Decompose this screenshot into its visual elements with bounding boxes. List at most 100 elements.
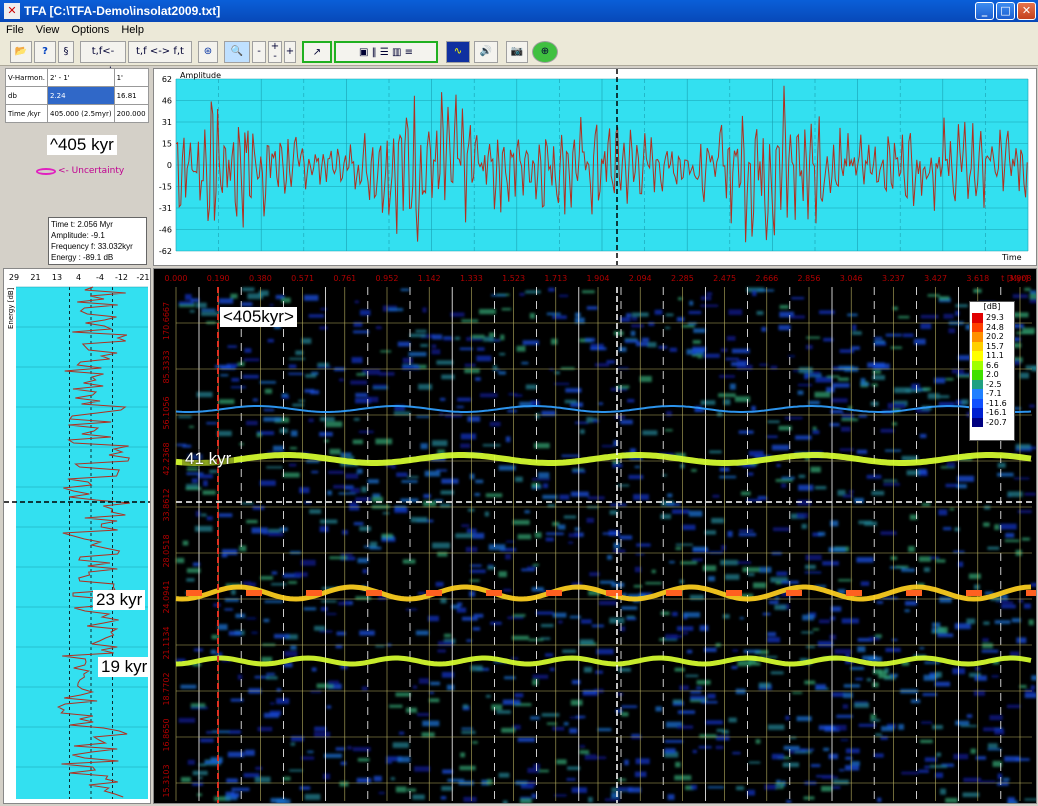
- speaker-icon[interactable]: 🔊: [474, 41, 498, 63]
- menu-help[interactable]: Help: [121, 24, 144, 36]
- table-cell[interactable]: 16.81: [113, 86, 149, 105]
- menu-view[interactable]: View: [36, 24, 60, 36]
- spectrogram-noise-patch: [692, 749, 697, 754]
- energy-panel[interactable]: 29 21 13 4 -4 -12 -21 Energy [dB]: [3, 268, 151, 804]
- spectrogram-noise-patch: [498, 571, 507, 578]
- spectrogram-noise-patch: [702, 565, 717, 571]
- spectrogram-noise-patch: [766, 435, 778, 438]
- zoom-steps-icon[interactable]: + -: [268, 41, 282, 63]
- spectrogram-noise-patch: [440, 796, 447, 800]
- globe-icon[interactable]: ⊕: [532, 41, 558, 63]
- spectrogram-noise-patch: [1013, 477, 1030, 480]
- spectrogram-noise-patch: [935, 559, 946, 563]
- period-405-label: ^405 kyr: [47, 135, 117, 155]
- spectrogram-noise-patch: [516, 345, 526, 352]
- spectrogram-noise-patch: [397, 341, 411, 347]
- spectrogram-noise-patch: [288, 372, 304, 375]
- spectrogram-noise-patch: [255, 766, 263, 770]
- spectrogram-noise-patch: [1018, 599, 1024, 603]
- table-cell[interactable]: 1': [113, 68, 149, 87]
- spectrogram-noise-patch: [953, 753, 969, 760]
- zoom-in-icon[interactable]: +: [284, 41, 296, 63]
- view-modes-group[interactable]: ▣ ‖ ☰ ▥ ≡: [334, 41, 438, 63]
- about-icon[interactable]: §: [58, 41, 74, 63]
- spectrogram-noise-patch: [446, 684, 455, 691]
- spectrogram-noise-patch: [571, 787, 587, 793]
- maximize-button[interactable]: □: [996, 2, 1015, 20]
- spectrogram-noise-patch: [568, 541, 573, 544]
- spectrogram-panel[interactable]: 0.000 0.190 0.380 0.571 0.761 0.952 1.142 1.333…: [153, 268, 1037, 804]
- spectrogram-noise-patch: [910, 699, 921, 704]
- spectrogram-noise-patch: [692, 346, 707, 353]
- spectrogram-noise-patch: [191, 478, 199, 483]
- period-axis-tick: 21.1134: [162, 626, 171, 659]
- spectrogram-noise-patch: [271, 583, 287, 586]
- spectrogram-noise-patch: [722, 729, 729, 734]
- spectrogram-noise-patch: [857, 646, 866, 653]
- menu-options[interactable]: Options: [71, 24, 109, 36]
- spectrogram-noise-patch: [994, 729, 1005, 735]
- spectrogram-noise-patch: [422, 720, 440, 727]
- minimize-button[interactable]: _: [975, 2, 994, 20]
- spectrogram-noise-patch: [538, 769, 549, 773]
- energy-xtick: -4: [96, 273, 104, 282]
- spectrogram-noise-patch: [829, 423, 840, 427]
- spectrogram-noise-patch: [459, 347, 473, 351]
- energy-xtick: 13: [52, 273, 62, 282]
- cursor-tool-icon[interactable]: ↗: [302, 41, 332, 63]
- close-button[interactable]: ✕: [1017, 2, 1036, 20]
- spectrogram-noise-patch: [570, 699, 583, 706]
- spectrogram-noise-patch: [968, 573, 981, 579]
- spectrogram-noise-patch: [192, 770, 208, 776]
- table-cell[interactable]: 200.000: [113, 104, 149, 123]
- spectrogram-noise-patch: [872, 370, 881, 374]
- spectrogram-noise-patch: [975, 756, 986, 760]
- legend-swatch: [972, 351, 983, 361]
- help-icon[interactable]: ?: [34, 41, 56, 63]
- camera-icon[interactable]: 📷: [506, 41, 528, 63]
- tag-405kyr: <405kyr>: [220, 307, 297, 327]
- spectrogram-noise-patch: [983, 727, 995, 732]
- table-cell[interactable]: 2.24: [46, 86, 115, 105]
- zoom-out-icon[interactable]: -: [252, 41, 266, 63]
- spectrogram-plot[interactable]: 0.000 0.190 0.380 0.571 0.761 0.952 1.142 1.333…: [154, 269, 1036, 803]
- spectrogram-noise-patch: [878, 675, 891, 679]
- spectrogram-noise-patch: [840, 426, 851, 432]
- spectrogram-noise-patch: [841, 413, 854, 419]
- spectrogram-noise-patch: [669, 561, 675, 564]
- period-axis-tick: 18.7702: [162, 672, 171, 705]
- table-cell[interactable]: 2' - 1': [46, 68, 115, 87]
- spectrum-icon[interactable]: ∿: [446, 41, 470, 63]
- signal-plot[interactable]: Amplitude Time 62 46 31 15 0 -15 -31 -46 -62: [154, 69, 1036, 265]
- spectrogram-noise-patch: [927, 393, 940, 399]
- spectrogram-noise-patch: [930, 765, 947, 768]
- spectrogram-noise-patch: [1024, 689, 1035, 694]
- tnk-button[interactable]: t,f<->n,k: [80, 41, 126, 77]
- spectrogram-noise-patch: [580, 619, 592, 624]
- signal-panel[interactable]: Amplitude Time 62 46 31 15 0 -15 -31 -46 -62: [153, 68, 1037, 266]
- tfa-app-icon[interactable]: ✕: [4, 3, 20, 19]
- menu-file[interactable]: File: [6, 24, 24, 36]
- spectrogram-noise-patch: [501, 308, 511, 311]
- zoom-icon[interactable]: 🔍: [224, 41, 250, 63]
- spectrogram-noise-patch: [221, 554, 228, 558]
- spectrogram-noise-patch: [726, 336, 736, 341]
- spectrogram-noise-patch: [939, 395, 950, 399]
- spectrogram-noise-patch: [1028, 619, 1034, 626]
- record-icon[interactable]: ⊛: [198, 41, 218, 63]
- spectrogram-noise-patch: [983, 621, 990, 625]
- spectrogram-noise-patch: [359, 526, 371, 531]
- spectrogram-noise-patch: [574, 317, 585, 324]
- spectrogram-noise-patch: [757, 496, 767, 499]
- spectrogram-noise-patch: [546, 532, 564, 535]
- spectrogram-noise-patch: [313, 731, 331, 738]
- spectrogram-noise-patch: [773, 527, 790, 532]
- table-cell[interactable]: 405.000 (2.5myr): [46, 104, 115, 123]
- open-folder-icon[interactable]: 📂: [10, 41, 32, 63]
- energy-plot[interactable]: 29 21 13 4 -4 -12 -21 Energy [dB]: [4, 269, 150, 803]
- ftf-button[interactable]: t,f <-> f,t: [128, 41, 192, 63]
- spectrogram-noise-patch: [919, 433, 927, 438]
- spectrogram-noise-patch: [800, 748, 814, 751]
- spectrogram-noise-patch: [1030, 685, 1035, 690]
- spectrogram-noise-patch: [716, 735, 730, 741]
